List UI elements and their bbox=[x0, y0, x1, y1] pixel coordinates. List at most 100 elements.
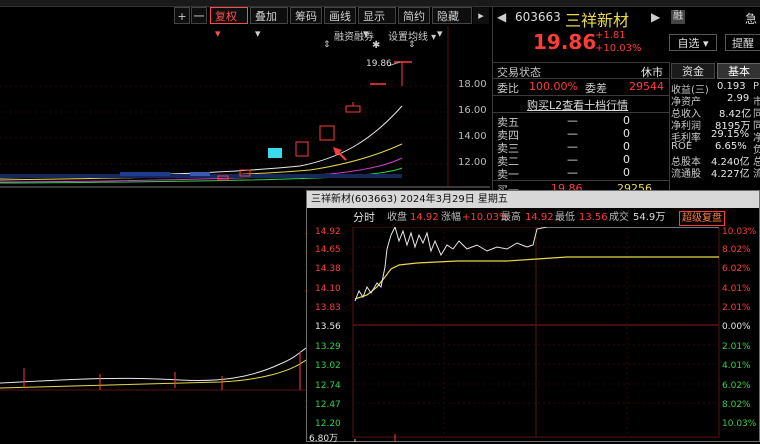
watchlist-button[interactable]: 自选 ▾ bbox=[669, 34, 717, 51]
simple-button[interactable]: 简约 bbox=[398, 7, 430, 24]
right-tick-8: 6.02% bbox=[722, 381, 751, 391]
chips-button[interactable]: 筹码 bbox=[290, 7, 322, 24]
overlay-label: 叠加 bbox=[255, 10, 277, 23]
ask4-price: — bbox=[567, 127, 578, 140]
left-tick-4: 13.83 bbox=[315, 303, 341, 313]
high-label: 最高 bbox=[501, 212, 521, 223]
event-marker-icon[interactable]: ⇕ bbox=[323, 40, 331, 50]
amount-label: 成交 bbox=[609, 212, 629, 223]
weicha-value: 29544 bbox=[629, 80, 664, 93]
change-label: 涨幅 bbox=[441, 212, 461, 223]
next-stock-icon[interactable]: ▶ bbox=[651, 10, 660, 24]
watchlist-label: 自选 bbox=[677, 37, 700, 50]
left-tick-1: 14.65 bbox=[315, 245, 341, 255]
stock-code: 603663 bbox=[515, 10, 561, 24]
margin-trading-link[interactable]: 融资融券 bbox=[334, 28, 374, 43]
kline-chart[interactable]: 融资融券 设置均线 ▾ ⇕ ✱ ⇕ 19.86 18.00 16.00 14.0… bbox=[0, 26, 490, 186]
left-tick-8: 12.74 bbox=[315, 381, 341, 391]
fuquan-label: 复权 bbox=[215, 10, 237, 23]
hide-button[interactable]: 隐藏 ▾ bbox=[432, 7, 472, 40]
fund-value: 6.65% bbox=[715, 141, 747, 152]
ask5-volume: 0 bbox=[623, 114, 630, 127]
hide-label: 隐藏 bbox=[437, 10, 459, 23]
left-tick-7: 13.02 bbox=[315, 361, 341, 371]
lower-indicator-chart[interactable] bbox=[0, 188, 306, 442]
ask2-volume: 0 bbox=[623, 153, 630, 166]
divider bbox=[493, 180, 669, 181]
intraday-popup[interactable]: 三祥新材(603663) 2024年3月29日 星期五 分时 收盘 14.92 … bbox=[306, 190, 760, 444]
last-price: 19.86 bbox=[533, 30, 597, 54]
display-button[interactable]: 显示 ▾ bbox=[358, 7, 396, 40]
left-tick-3: 14.10 bbox=[315, 284, 341, 294]
fund-value: 2.99 bbox=[727, 93, 750, 104]
low-label: 最低 bbox=[555, 212, 575, 223]
left-tick-0: 14.92 bbox=[315, 227, 341, 237]
super-review-button[interactable]: 超级复盘 bbox=[679, 211, 725, 226]
ask1-price: — bbox=[567, 166, 578, 179]
divider bbox=[493, 62, 669, 63]
ask2-price: — bbox=[567, 153, 578, 166]
right-tick-5: 0.00% bbox=[722, 322, 751, 332]
y-tick-14: 14.00 bbox=[458, 131, 487, 142]
right-tick-3: 4.01% bbox=[722, 284, 751, 294]
star-marker-icon[interactable]: ✱ bbox=[372, 40, 380, 51]
fuquan-button[interactable]: 复权 ▾ bbox=[210, 7, 248, 40]
zoom-out-button[interactable]: 一 bbox=[191, 7, 207, 24]
ask3-price: — bbox=[567, 140, 578, 153]
popup-title[interactable]: 三祥新材(603663) 2024年3月29日 星期五 bbox=[307, 191, 759, 208]
ask5-price: — bbox=[567, 114, 578, 127]
ask4-volume: 0 bbox=[623, 127, 630, 140]
y-tick-12: 12.00 bbox=[458, 157, 487, 168]
right-tick-4: 2.01% bbox=[722, 303, 751, 313]
right-tick-2: 6.02% bbox=[722, 264, 751, 274]
weibi-label: 委比 bbox=[497, 82, 519, 95]
fund-value: 4.227亿 bbox=[711, 169, 750, 180]
rong-badge: 融 bbox=[671, 10, 685, 24]
fund-extra: 流 bbox=[753, 169, 760, 180]
intraday-chart[interactable] bbox=[307, 227, 759, 442]
volume-tick: 6.80万 bbox=[309, 434, 339, 444]
ask3-volume: 0 bbox=[623, 140, 630, 153]
zoom-in-button[interactable]: + bbox=[174, 7, 190, 24]
y-tick-18: 18.00 bbox=[458, 79, 487, 90]
right-tick-10: 10.03% bbox=[722, 419, 757, 429]
divider bbox=[493, 112, 669, 113]
fund-extra: PE bbox=[753, 81, 760, 92]
right-tick-0: 10.03% bbox=[722, 227, 757, 237]
tab-basic[interactable]: 基本 bbox=[717, 63, 760, 79]
tab-intraday[interactable]: 分时 bbox=[353, 210, 375, 226]
popup-info-bar: 分时 收盘 14.92 涨幅 +10.03% 最高 14.92 最低 13.56… bbox=[307, 210, 759, 226]
left-tick-2: 14.38 bbox=[315, 264, 341, 274]
event-marker-icon-2[interactable]: ⇕ bbox=[408, 40, 416, 50]
alert-button[interactable]: 提醒 bbox=[725, 34, 760, 51]
left-tick-5: 13.56 bbox=[315, 322, 341, 332]
left-tick-9: 12.47 bbox=[315, 400, 341, 410]
right-edge-text: 急 bbox=[745, 12, 758, 26]
divider bbox=[493, 78, 669, 79]
draw-line-button[interactable]: 画线 bbox=[324, 7, 356, 24]
amount-value: 54.9万 bbox=[633, 212, 666, 223]
fund-label: ROE bbox=[671, 141, 693, 152]
low-value: 13.56 bbox=[579, 212, 608, 223]
high-price-label: 19.86 bbox=[366, 59, 392, 69]
close-label: 收盘 bbox=[387, 212, 407, 223]
more-arrow-icon[interactable]: ▸ bbox=[473, 7, 489, 24]
tab-fund[interactable]: 资金 bbox=[671, 63, 715, 79]
ask1-volume: 0 bbox=[623, 166, 630, 179]
display-label: 显示 bbox=[363, 10, 385, 23]
weibi-value: 100.00% bbox=[529, 80, 578, 93]
price-change: +1.81 bbox=[595, 30, 626, 41]
prev-stock-icon[interactable]: ◀ bbox=[497, 10, 506, 24]
right-tick-1: 8.02% bbox=[722, 245, 751, 255]
right-tick-7: 4.01% bbox=[722, 361, 751, 371]
high-value: 14.92 bbox=[525, 212, 554, 223]
fund-value: 0.193 bbox=[717, 81, 746, 92]
stock-name: 三祥新材 bbox=[565, 11, 630, 30]
fund-value: 29.15% bbox=[711, 129, 750, 140]
overlay-button[interactable]: 叠加 ▾ bbox=[250, 7, 288, 40]
buy-l2-link[interactable]: 购买L2查看十档行情 bbox=[527, 97, 628, 113]
price-change-pct: +10.03% bbox=[595, 43, 642, 54]
weicha-label: 委差 bbox=[585, 82, 607, 95]
close-value: 14.92 bbox=[410, 212, 439, 223]
y-tick-16: 16.00 bbox=[458, 105, 487, 116]
